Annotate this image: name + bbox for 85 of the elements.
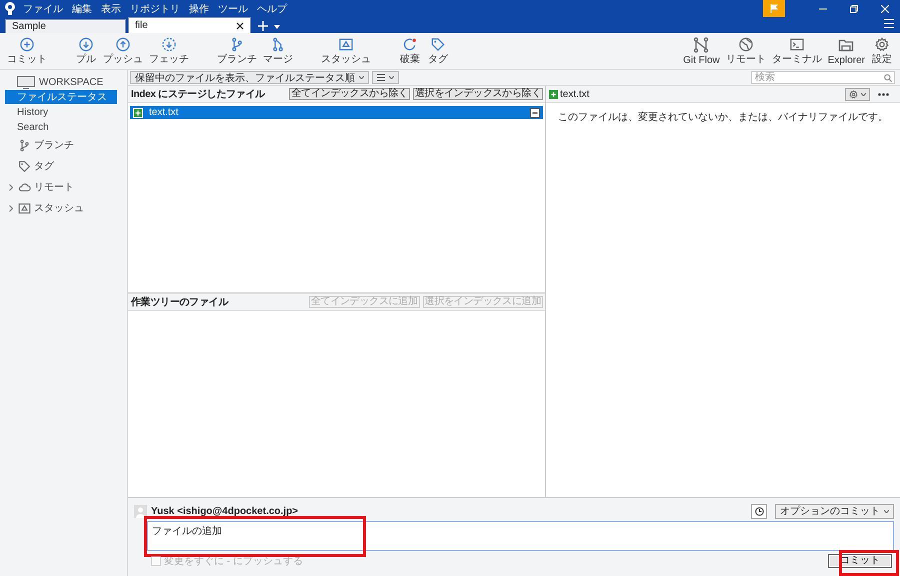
commit-message-field[interactable]: ファイルの追加 xyxy=(147,521,894,551)
toolbar-button[interactable]: Explorer xyxy=(824,33,868,69)
discard-icon xyxy=(402,37,418,52)
toolbar-button[interactable]: Git Flow xyxy=(680,33,723,69)
list-icon xyxy=(377,74,385,81)
filter-dropdown[interactable]: 保留中のファイルを表示、ファイルステータス順 xyxy=(130,71,369,84)
sidebar-item[interactable]: History xyxy=(5,105,117,119)
git-flow-icon xyxy=(693,37,710,53)
branch-icon xyxy=(18,138,31,152)
clock-icon xyxy=(754,506,764,516)
dropdown-arrow-icon[interactable] xyxy=(274,25,280,29)
toolbar-button[interactable]: コミット xyxy=(4,33,50,69)
merge-icon xyxy=(270,37,286,52)
history-button[interactable] xyxy=(751,504,767,518)
search-field[interactable]: 検索 xyxy=(751,71,895,84)
file-row[interactable]: text.txt xyxy=(130,106,543,119)
diff-message: このファイルは、変更されていないか、または、バイナリファイルです。 xyxy=(557,110,889,124)
menu-item[interactable]: ツール xyxy=(218,2,248,16)
tag-icon xyxy=(18,160,31,172)
sidebar-item[interactable]: ファイルステータス xyxy=(5,90,117,104)
toolbar-button[interactable]: 破棄 xyxy=(396,33,424,69)
sidebar-item[interactable]: ブランチ xyxy=(34,138,74,152)
settings-dropdown[interactable] xyxy=(845,88,870,100)
repo-tab[interactable]: Sample xyxy=(5,19,126,33)
avatar-icon xyxy=(134,504,147,518)
toolbar-button[interactable]: マージ xyxy=(260,33,296,69)
toolbar-button[interactable]: プル xyxy=(72,33,100,69)
toolbar-button[interactable]: スタッシュ xyxy=(318,33,374,69)
toolbar-button[interactable]: リモート xyxy=(722,33,769,69)
stash-box-icon xyxy=(338,37,354,52)
cloud-icon xyxy=(18,180,31,194)
file-name: text.txt xyxy=(560,88,590,100)
menu-item[interactable]: ヘルプ xyxy=(257,2,287,16)
view-dropdown[interactable] xyxy=(372,71,399,84)
caret-icon xyxy=(861,92,866,96)
added-file-icon xyxy=(133,108,143,118)
menu-item[interactable]: 表示 xyxy=(101,2,121,16)
toolbar-button[interactable]: フェッチ xyxy=(146,33,192,69)
repo-tab[interactable]: file xyxy=(128,17,251,33)
section-title: 作業ツリーのファイル xyxy=(131,296,230,308)
plus-icon[interactable] xyxy=(258,21,268,31)
author-label: Yusk <ishigo@4dpocket.co.jp> xyxy=(151,506,300,516)
plus-circle-icon xyxy=(19,37,35,52)
section-title: Index にステージしたファイル xyxy=(131,88,266,101)
toolbar-button[interactable]: タグ xyxy=(424,33,452,69)
menu-item[interactable]: 編集 xyxy=(72,2,92,16)
toolbar-button[interactable]: プッシュ xyxy=(100,33,146,69)
stash-box-icon xyxy=(18,202,31,214)
globe-icon xyxy=(738,37,754,52)
sidebar-item[interactable]: タグ xyxy=(34,159,54,173)
minimize-icon[interactable] xyxy=(818,8,826,10)
caret-icon xyxy=(359,76,364,79)
toolbar-button[interactable]: ブランチ xyxy=(214,33,260,69)
caret-icon xyxy=(884,510,889,512)
menu-item[interactable]: ファイル xyxy=(23,2,63,16)
unstage-icon[interactable] xyxy=(530,108,540,118)
toolbar-button[interactable]: 設定 xyxy=(868,33,896,69)
branch-icon xyxy=(229,37,245,52)
down-arrow-circle-icon xyxy=(78,37,94,52)
added-file-icon xyxy=(549,90,558,98)
menu-item[interactable]: リポジトリ xyxy=(130,2,180,16)
chevron-right-icon[interactable] xyxy=(9,184,13,190)
folder-icon xyxy=(838,37,854,53)
restore-icon[interactable] xyxy=(850,4,858,12)
sidebar-item[interactable]: リモート xyxy=(34,180,74,194)
close-icon[interactable] xyxy=(236,22,244,30)
sidebar-item[interactable]: Search xyxy=(5,120,117,134)
menu-icon[interactable] xyxy=(884,19,894,28)
sidebar-item[interactable]: スタッシュ xyxy=(34,201,84,215)
chevron-right-icon[interactable] xyxy=(9,204,13,212)
section-label: WORKSPACE xyxy=(39,76,104,88)
action-button[interactable]: 選択をインデックスから除く xyxy=(412,88,543,100)
search-icon xyxy=(884,74,892,82)
monitor-icon xyxy=(17,76,35,88)
tag-icon xyxy=(430,37,446,52)
more-icon[interactable] xyxy=(878,92,889,96)
toolbar-button[interactable]: ターミナル xyxy=(768,33,825,69)
settings-icon xyxy=(874,37,890,52)
menu-item[interactable]: 操作 xyxy=(189,2,209,16)
commit-options-dropdown[interactable]: オプションのコミット xyxy=(775,504,894,518)
terminal-icon xyxy=(788,37,805,52)
up-arrow-circle-icon xyxy=(115,37,131,52)
settings-icon xyxy=(849,90,858,98)
caret-icon xyxy=(389,76,394,79)
action-button[interactable]: 全てインデックスから除く xyxy=(289,88,410,100)
